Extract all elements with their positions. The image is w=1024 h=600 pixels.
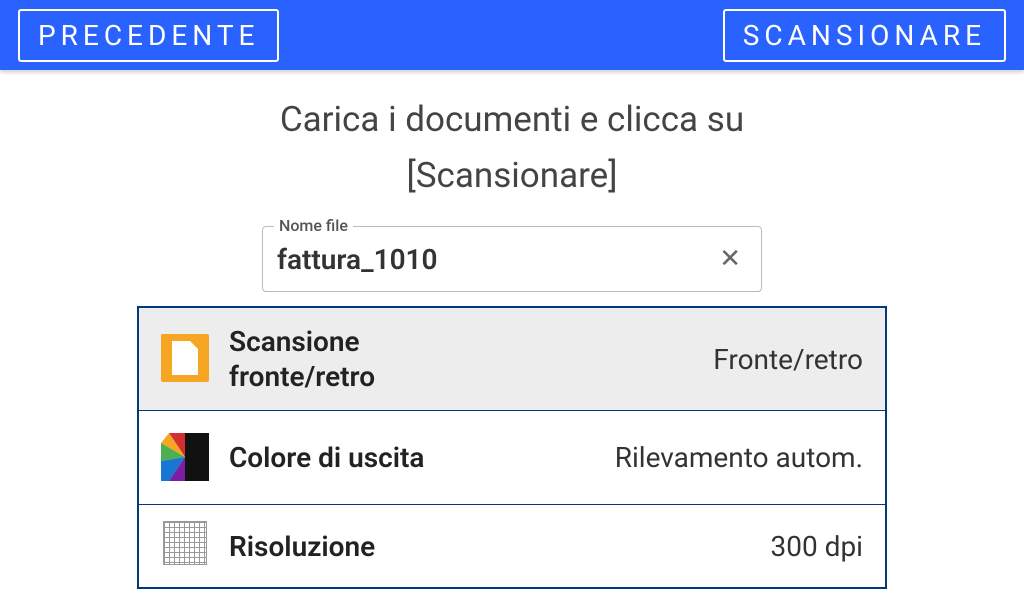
color-row[interactable]: Colore di uscita Rilevamento autom. — [139, 411, 885, 505]
resolution-row[interactable]: Risoluzione 300 dpi — [139, 505, 885, 587]
filename-wrapper: Nome file ✕ — [262, 226, 762, 292]
color-icon — [161, 433, 211, 483]
page-duplex-icon — [161, 334, 211, 384]
filename-input[interactable] — [277, 243, 713, 276]
back-button[interactable]: PRECEDENTE — [18, 9, 279, 62]
grid-icon — [161, 521, 211, 571]
resolution-value: 300 dpi — [546, 530, 863, 563]
header: PRECEDENTE SCANSIONARE — [0, 0, 1024, 70]
title-line-2: [Scansionare] — [406, 155, 617, 196]
duplex-row[interactable]: Scansione fronte/retro Fronte/retro — [139, 308, 885, 411]
page-title: Carica i documenti e clicca su [Scansion… — [0, 92, 1024, 204]
duplex-label: Scansione fronte/retro — [229, 324, 509, 394]
clear-icon[interactable]: ✕ — [713, 244, 747, 274]
filename-box: ✕ — [262, 226, 762, 292]
color-value: Rilevamento autom. — [546, 441, 863, 474]
color-label: Colore di uscita — [229, 440, 546, 475]
resolution-label: Risoluzione — [229, 529, 546, 564]
duplex-value: Fronte/retro — [509, 343, 863, 376]
scan-button[interactable]: SCANSIONARE — [723, 9, 1006, 62]
filename-label: Nome file — [274, 216, 353, 235]
title-line-1: Carica i documenti e clicca su — [280, 99, 744, 140]
settings-table: Scansione fronte/retro Fronte/retro Colo… — [137, 306, 887, 589]
